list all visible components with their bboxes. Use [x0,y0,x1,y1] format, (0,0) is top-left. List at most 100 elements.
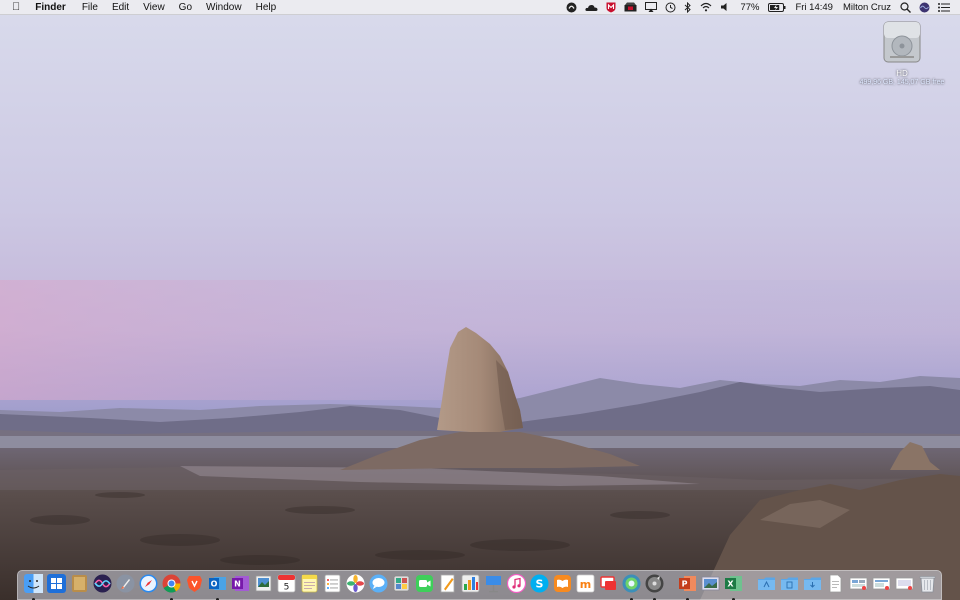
siri-icon[interactable] [915,0,934,15]
battery-percent: 77% [740,1,760,13]
spotlight-icon[interactable] [896,0,915,15]
dock-safari[interactable] [139,574,158,596]
dock-facetime[interactable] [415,574,434,596]
numbers-icon [461,574,480,593]
volume-icon[interactable] [716,0,735,15]
wifi-icon[interactable] [696,0,716,15]
airplay-icon[interactable] [641,0,661,15]
apple-menu-icon[interactable]:  [0,0,28,15]
dock-pages[interactable] [438,574,457,596]
dock-powerpoint[interactable]: P [678,574,697,600]
dock-network[interactable] [622,574,641,600]
calendar-day: 5 [284,583,290,593]
menu-go[interactable]: Go [172,0,199,15]
bluetooth-icon[interactable] [680,0,696,15]
dock-moodle[interactable]: m [576,574,595,596]
menu-view[interactable]: View [136,0,172,15]
dock-ibooks[interactable] [553,574,572,596]
dock-stack-document[interactable] [826,574,845,596]
dock-notes[interactable] [300,574,319,596]
dock-launchpad[interactable] [116,574,135,596]
photos-icon [346,574,365,593]
reminders-icon [324,574,341,593]
dock-siri[interactable] [93,574,112,596]
powerpoint-icon: P [679,576,696,591]
dock-itunes[interactable] [507,574,526,596]
notification-center-icon[interactable] [934,0,954,15]
launchpad-icon [116,574,135,593]
photo-booth-icon [393,575,410,592]
dock-photo-booth[interactable] [392,574,411,596]
dock-numbers[interactable] [461,574,480,596]
user-name[interactable]: Milton Cruz [838,0,896,15]
dock-excel[interactable]: X [724,574,743,600]
dock-skype[interactable]: S [530,574,549,596]
dock: O N 5 S m P X [17,570,942,600]
safari-icon [139,574,158,593]
photo-viewer-icon [701,576,720,591]
dock-chrome[interactable] [162,574,181,600]
svg-text:P: P [682,580,688,589]
pages-icon [440,574,455,593]
svg-text:O: O [211,580,218,589]
skype-icon: S [530,574,549,593]
disk-utility-icon [645,574,664,593]
chrome-icon [162,574,181,593]
screenshot-icon [895,577,914,590]
menu-help[interactable]: Help [249,0,284,15]
clipper-icon[interactable] [620,0,641,15]
time-machine-icon[interactable] [661,0,680,15]
battery-icon[interactable] [764,0,790,15]
svg-text:m: m [580,578,591,591]
finder-icon [24,574,43,593]
screenshot-icon [849,577,868,590]
svg-text:X: X [727,580,734,589]
menu-edit[interactable]: Edit [105,0,136,15]
drive-info: 499,96 GB, 145,07 GB free [859,79,945,86]
document-icon [829,574,842,593]
mcafee-icon[interactable] [602,0,620,15]
dock-stack-screenshot-3[interactable] [895,574,914,596]
ibooks-icon [554,575,571,592]
dock-trash[interactable] [918,574,937,596]
dock-photo-viewer[interactable] [701,574,720,596]
menu-file[interactable]: File [75,0,105,15]
dock-stack-documents[interactable] [780,574,799,596]
drive-name: HD [896,69,908,78]
dock-photos[interactable] [346,574,365,596]
folder-icon [781,577,798,590]
dock-onenote[interactable]: N [231,574,250,596]
dock-keynote[interactable] [484,574,503,596]
dock-preview[interactable] [254,574,273,596]
trash-icon [919,576,936,593]
app-menu-finder[interactable]: Finder [28,0,75,15]
dock-stack-screenshot-2[interactable] [872,574,891,596]
desktop-drive-hd[interactable]: HD 499,96 GB, 145,07 GB free [854,20,950,86]
creative-cloud-icon[interactable] [562,0,581,15]
folder-icon [758,577,775,590]
dock-reminders[interactable] [323,574,342,596]
dock-notefile[interactable] [70,574,89,596]
dock-messages[interactable] [369,574,388,596]
dock-windows[interactable] [47,574,66,596]
screenshot-icon [872,577,891,590]
dock-outlook[interactable]: O [208,574,227,600]
menu-window[interactable]: Window [199,0,249,15]
dock-finder[interactable] [24,574,43,600]
dock-stack-screenshot-1[interactable] [849,574,868,596]
network-icon [622,574,641,593]
dock-stack-downloads[interactable] [803,574,822,596]
dock-disk-utility[interactable] [645,574,664,600]
onedrive-icon[interactable] [581,0,602,15]
menu-bar:  Finder File Edit View Go Window Help [0,0,960,15]
facetime-icon [416,575,433,592]
dock-brave[interactable] [185,574,204,596]
dock-screen-sharing[interactable] [599,574,618,596]
wallpaper [0,0,960,600]
screen-sharing-icon [600,576,616,590]
svg-text:S: S [536,578,544,591]
dock-calendar[interactable]: 5 [277,574,296,596]
clock[interactable]: Fri 14:49 [790,0,838,15]
dock-stack-applications[interactable] [757,574,776,596]
itunes-icon [507,574,526,593]
